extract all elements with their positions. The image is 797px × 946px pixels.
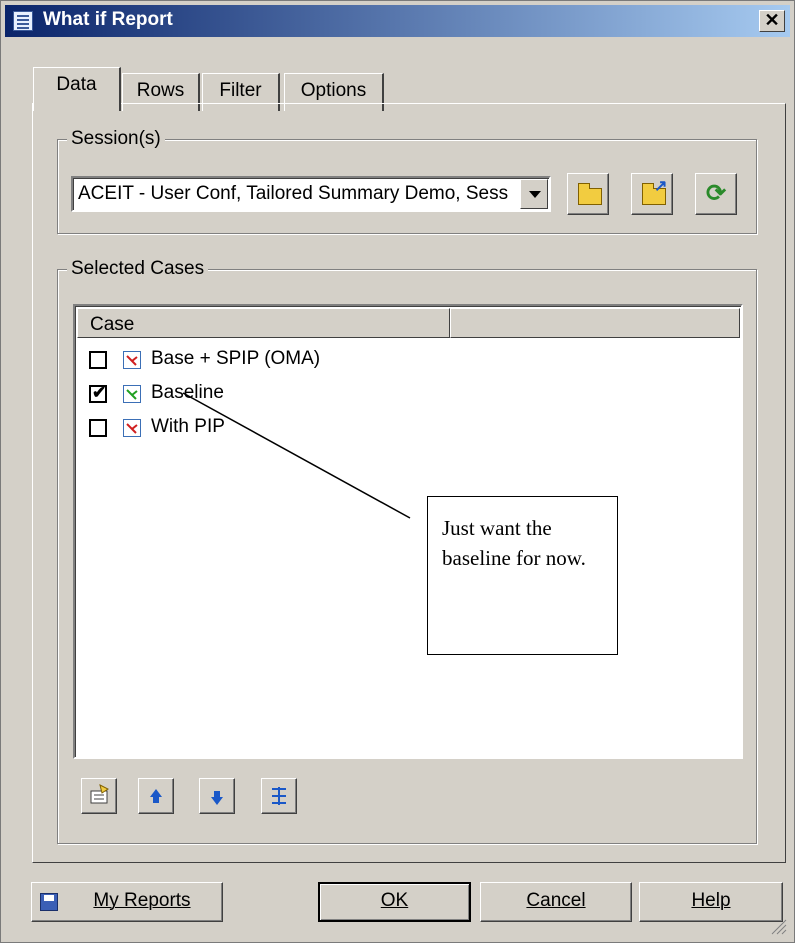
help-button[interactable]: Help <box>639 882 783 922</box>
what-if-report-dialog: What if Report ✕ Data Rows Filter Option… <box>0 0 795 943</box>
my-reports-button[interactable]: My Reports <box>31 882 223 922</box>
my-reports-label: My Reports <box>93 890 191 911</box>
ok-button[interactable]: OK <box>318 882 471 922</box>
resize-grip-icon[interactable] <box>768 916 788 936</box>
cancel-label: Cancel <box>526 890 586 911</box>
cancel-button[interactable]: Cancel <box>480 882 632 922</box>
save-disk-icon <box>40 893 58 911</box>
help-label: Help <box>691 890 731 911</box>
tab-data[interactable]: Data <box>33 67 121 111</box>
data-tab-panel <box>32 103 786 863</box>
ok-label: OK <box>380 890 409 911</box>
